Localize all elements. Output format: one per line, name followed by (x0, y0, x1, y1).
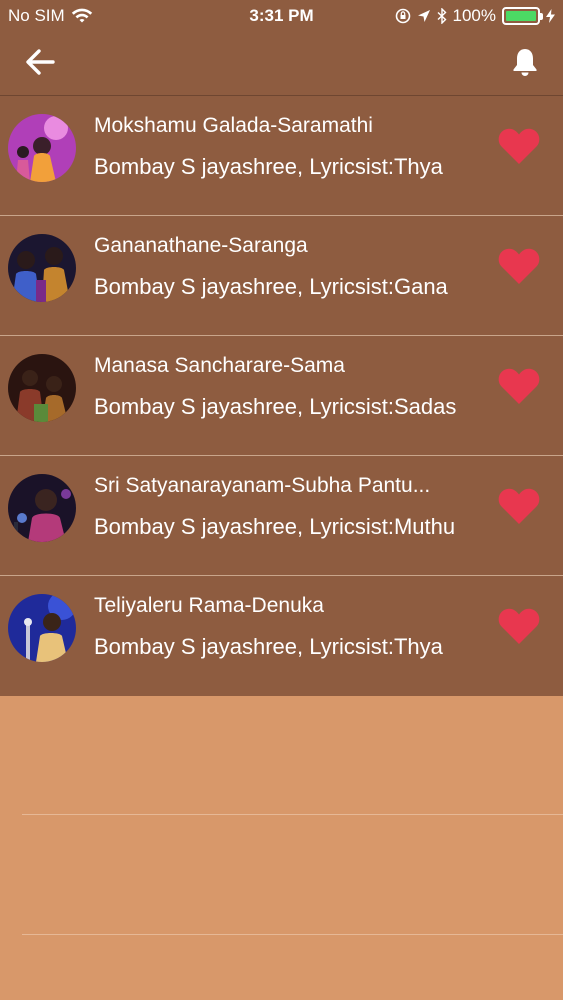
back-button[interactable] (20, 44, 60, 80)
favorite-button[interactable] (497, 246, 541, 286)
song-thumbnail (8, 234, 76, 302)
heart-icon (498, 488, 540, 524)
heart-icon (498, 128, 540, 164)
song-row[interactable]: Mokshamu Galada-Saramathi Bombay S jayas… (0, 96, 563, 216)
battery-percent: 100% (452, 6, 496, 25)
location-icon (417, 10, 430, 22)
bluetooth-icon (437, 8, 447, 24)
battery-icon (502, 7, 543, 25)
song-thumbnail (8, 114, 76, 182)
empty-row-separator (22, 814, 563, 815)
status-bar: No SIM 3:31 PM 100% (0, 0, 563, 32)
song-title: Teliyaleru Rama-Denuka (94, 594, 324, 617)
song-thumbnail (8, 474, 76, 542)
bell-icon (513, 49, 537, 76)
heart-icon (498, 368, 540, 404)
heart-icon (498, 608, 540, 644)
song-thumbnail (8, 594, 76, 662)
song-row[interactable]: Manasa Sancharare-Sama Bombay S jayashre… (0, 336, 563, 456)
charging-icon (546, 9, 555, 23)
song-title: Gananathane-Saranga (94, 234, 308, 257)
heart-icon (498, 248, 540, 284)
song-subtitle: Bombay S jayashree, Lyricsist:Thya (94, 634, 443, 659)
song-row[interactable]: Sri Satyanarayanam-Subha Pantu... Bombay… (0, 456, 563, 576)
empty-row-separator (22, 934, 563, 935)
song-subtitle: Bombay S jayashree, Lyricsist:Sadas (94, 394, 457, 419)
song-row[interactable]: Teliyaleru Rama-Denuka Bombay S jayashre… (0, 576, 563, 696)
favorite-button[interactable] (497, 366, 541, 406)
song-subtitle: Bombay S jayashree, Lyricsist:Muthu (94, 514, 456, 539)
notifications-button[interactable] (507, 44, 543, 80)
song-thumbnail (8, 354, 76, 422)
favorite-button[interactable] (497, 126, 541, 166)
song-title: Mokshamu Galada-Saramathi (94, 114, 373, 137)
song-title: Manasa Sancharare-Sama (94, 354, 345, 377)
favorite-button[interactable] (497, 486, 541, 526)
song-subtitle: Bombay S jayashree, Lyricsist:Thya (94, 154, 443, 179)
song-row[interactable]: Gananathane-Saranga Bombay S jayashree, … (0, 216, 563, 336)
navigation-bar (0, 32, 563, 96)
song-subtitle: Bombay S jayashree, Lyricsist:Gana (94, 274, 448, 299)
arrow-left-icon (26, 49, 55, 75)
favorite-button[interactable] (497, 606, 541, 646)
song-list: Mokshamu Galada-Saramathi Bombay S jayas… (0, 96, 563, 696)
status-right: 100% (395, 6, 555, 26)
orientation-lock-icon (395, 8, 410, 24)
song-title: Sri Satyanarayanam-Subha Pantu... (94, 474, 431, 497)
